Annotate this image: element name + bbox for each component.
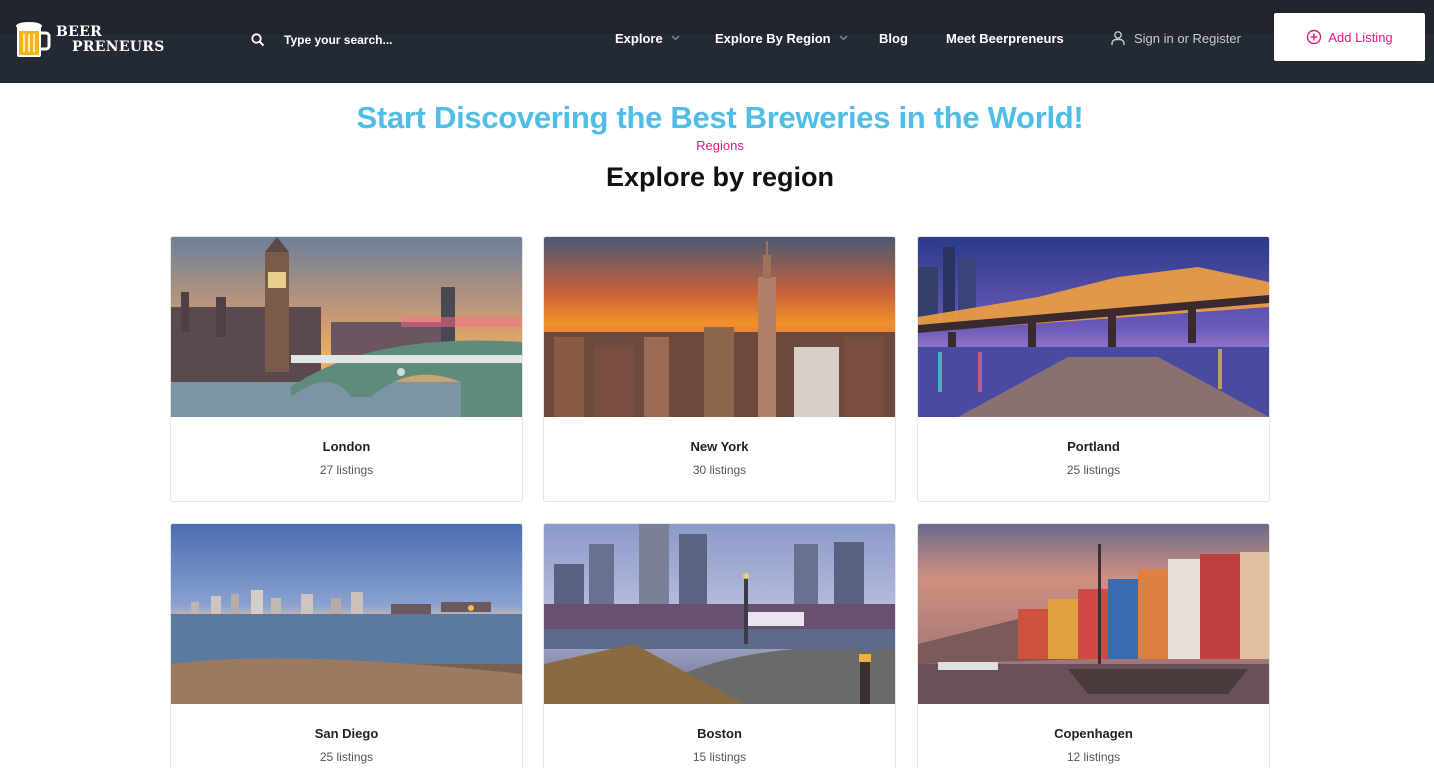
search-input[interactable] — [284, 33, 484, 47]
region-card-new-york[interactable]: New York 30 listings — [543, 236, 896, 502]
section-title: Explore by region — [605, 162, 835, 192]
region-card-portland[interactable]: Portland 25 listings — [917, 236, 1270, 502]
region-count: 27 listings — [319, 463, 374, 477]
region-card-copenhagen[interactable]: Copenhagen 12 listings — [917, 523, 1270, 768]
site-header: BEER PRENEURS Explore Explore By Region … — [0, 0, 1434, 83]
region-name: Copenhagen — [1054, 726, 1133, 741]
nav-explore-label: Explore — [615, 30, 663, 46]
region-name: Boston — [697, 726, 742, 741]
nav-blog[interactable]: Blog — [879, 28, 908, 48]
region-photo-san-diego — [171, 524, 522, 704]
region-photo-new-york — [544, 237, 895, 417]
region-photo-portland — [918, 237, 1269, 417]
logo-line-2: PRENEURS — [72, 39, 165, 55]
region-count: 25 listings — [319, 750, 374, 764]
region-count: 30 listings — [692, 463, 747, 477]
region-count: 25 listings — [1066, 463, 1121, 477]
nav-meet-label: Meet Beerpreneurs — [946, 30, 1064, 46]
region-name: London — [322, 439, 371, 454]
beer-mug-icon — [16, 22, 51, 57]
region-card-london[interactable]: London 27 listings — [170, 236, 523, 502]
region-card-boston[interactable]: Boston 15 listings — [543, 523, 896, 768]
nav-explore-by-region[interactable]: Explore By Region — [715, 28, 848, 48]
region-name: Portland — [1067, 439, 1120, 454]
nav-blog-label: Blog — [879, 30, 908, 46]
region-name: San Diego — [314, 726, 379, 741]
nav-explore[interactable]: Explore — [615, 28, 680, 48]
site-logo[interactable]: BEER PRENEURS — [15, 20, 175, 60]
logo-wordmark: BEER PRENEURS — [55, 25, 165, 55]
region-count: 12 listings — [1066, 750, 1121, 764]
add-listing-label: Add Listing — [1328, 29, 1393, 45]
nav-explore-by-region-label: Explore By Region — [715, 30, 831, 46]
region-name: New York — [690, 439, 749, 454]
section-eyebrow: Regions — [696, 138, 744, 153]
region-count: 15 listings — [692, 750, 747, 764]
user-icon — [1111, 31, 1125, 45]
hero-title: Start Discovering the Best Breweries in … — [356, 100, 1084, 135]
sign-in-label: Sign in or Register — [1134, 30, 1241, 46]
region-card-san-diego[interactable]: San Diego 25 listings — [170, 523, 523, 768]
add-listing-button[interactable]: Add Listing — [1274, 13, 1425, 61]
sign-in-link[interactable]: Sign in or Register — [1110, 28, 1241, 48]
nav-meet-beerpreneurs[interactable]: Meet Beerpreneurs — [946, 28, 1064, 48]
region-photo-copenhagen — [918, 524, 1269, 704]
region-photo-london — [171, 237, 522, 417]
plus-circle-icon — [1307, 29, 1322, 45]
chevron-down-icon — [839, 35, 848, 41]
chevron-down-icon — [671, 35, 680, 41]
search-icon[interactable] — [250, 32, 266, 48]
logo-line-1: BEER — [56, 24, 103, 40]
header-search — [250, 26, 490, 54]
region-photo-boston — [544, 524, 895, 704]
